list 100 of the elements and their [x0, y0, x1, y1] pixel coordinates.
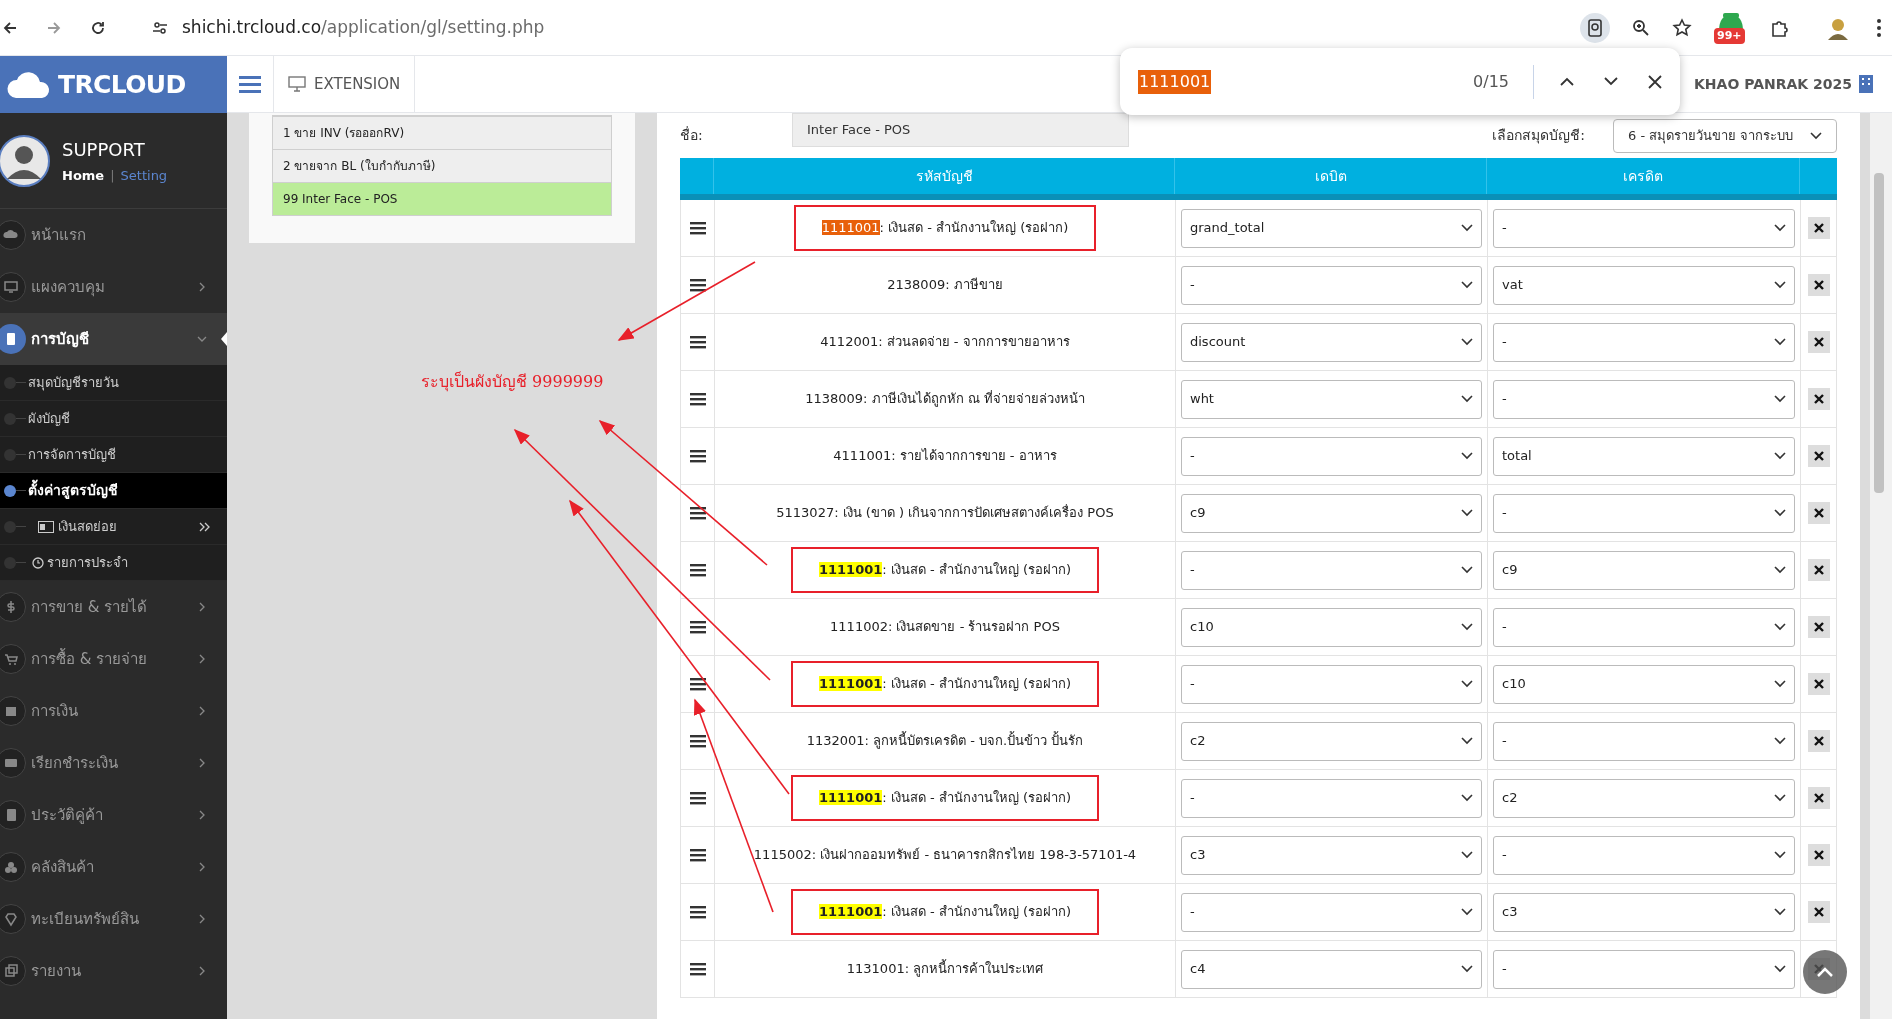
home-link[interactable]: Home [62, 165, 105, 186]
extension-menu[interactable]: EXTENSION [274, 56, 416, 112]
dropdown[interactable]: c9 [1493, 550, 1795, 590]
dropdown[interactable]: grand_total [1181, 208, 1482, 248]
formula-item[interactable]: 99 Inter Face - POS [273, 182, 611, 215]
submenu-item[interactable]: เงินสดย่อย [0, 509, 227, 545]
dropdown[interactable]: c10 [1181, 607, 1482, 647]
dropdown[interactable]: - [1181, 664, 1482, 704]
dropdown[interactable]: total [1493, 436, 1795, 476]
drag-handle-icon[interactable] [689, 734, 706, 748]
site-settings-icon[interactable] [152, 19, 168, 36]
delete-button[interactable] [1807, 787, 1830, 809]
address-bar[interactable]: shichi.trcloud.co/application/gl/setting.php [182, 14, 545, 41]
name-field[interactable]: Inter Face - POS [792, 113, 1129, 147]
drag-handle-icon[interactable] [689, 677, 706, 691]
sidebar-item[interactable]: แผงควบคุม [0, 261, 227, 313]
dropdown[interactable]: - [1181, 778, 1482, 818]
drag-handle-icon[interactable] [689, 449, 706, 463]
chevron-down-icon[interactable] [1604, 77, 1618, 86]
dropdown[interactable]: - [1493, 493, 1795, 533]
kebab-menu-icon[interactable] [1876, 17, 1882, 38]
dropdown[interactable]: wht [1181, 379, 1482, 419]
dropdown[interactable]: c9 [1181, 493, 1482, 533]
dropdown[interactable]: - [1493, 607, 1795, 647]
delete-button[interactable] [1807, 901, 1830, 923]
chevron-up-icon[interactable] [1560, 77, 1574, 86]
scrollbar[interactable] [1870, 113, 1892, 1019]
extension-button[interactable]: 99+ [1714, 10, 1748, 45]
delete-button[interactable] [1807, 616, 1830, 638]
sidebar-item[interactable]: การเงิน [0, 685, 227, 737]
sidebar-item[interactable]: การบัญชี [0, 313, 227, 365]
dropdown[interactable]: c3 [1181, 835, 1482, 875]
back-icon[interactable] [2, 19, 18, 36]
delete-button[interactable] [1807, 673, 1830, 695]
delete-button[interactable] [1807, 388, 1830, 410]
lens-button[interactable] [1580, 12, 1610, 43]
submenu-item[interactable]: ตั้งค่าสูตรบัญชี [0, 473, 227, 509]
dropdown[interactable]: - [1493, 835, 1795, 875]
zoom-icon[interactable] [1632, 18, 1650, 37]
drag-handle-icon[interactable] [689, 962, 706, 976]
drag-handle-icon[interactable] [689, 335, 706, 349]
dropdown[interactable]: c2 [1181, 721, 1482, 761]
submenu-item[interactable]: รายการประจำ [0, 545, 227, 581]
drag-handle-icon[interactable] [689, 563, 706, 577]
dropdown[interactable]: - [1181, 550, 1482, 590]
sidebar-item[interactable]: ประวัติคู่ค้า [0, 789, 227, 841]
chevron-icon [1461, 281, 1473, 289]
bullet-icon [4, 556, 16, 569]
dropdown[interactable]: - [1493, 949, 1795, 989]
dropdown[interactable]: - [1181, 436, 1482, 476]
drag-handle-icon[interactable] [689, 221, 706, 235]
drag-handle-icon[interactable] [689, 620, 706, 634]
sidebar-item[interactable]: เรียกชำระเงิน [0, 737, 227, 789]
drag-handle-icon[interactable] [689, 905, 706, 919]
dropdown[interactable]: - [1493, 721, 1795, 761]
avatar [0, 134, 50, 187]
journal-dropdown[interactable]: 6 - สมุดรายวันขาย จากระบบ [1613, 118, 1837, 153]
formula-item[interactable]: 2 ขายจาก BL (ใบกำกับภาษี) [273, 149, 611, 182]
delete-button[interactable] [1807, 217, 1830, 239]
formula-item[interactable]: 1 ขาย INV (รอออกRV) [273, 116, 611, 149]
sidebar-item[interactable]: รายงาน [0, 945, 227, 997]
sidebar-item[interactable]: การซื้อ & รายจ่าย [0, 633, 227, 685]
drag-handle-icon[interactable] [689, 506, 706, 520]
delete-button[interactable] [1807, 730, 1830, 752]
submenu-item[interactable]: ผังบัญชี [0, 401, 227, 437]
close-icon[interactable] [1648, 74, 1662, 89]
drag-handle-icon[interactable] [689, 848, 706, 862]
dropdown[interactable]: - [1493, 379, 1795, 419]
dropdown[interactable]: c3 [1493, 892, 1795, 932]
dropdown[interactable]: - [1181, 265, 1482, 305]
delete-button[interactable] [1807, 502, 1830, 524]
dropdown[interactable]: c2 [1493, 778, 1795, 818]
sidebar-item[interactable]: การขาย & รายได้ [0, 581, 227, 633]
sidebar-item[interactable]: หน้าแรก [0, 209, 227, 261]
drag-handle-icon[interactable] [689, 278, 706, 292]
delete-button[interactable] [1807, 844, 1830, 866]
drag-handle-icon[interactable] [689, 791, 706, 805]
dropdown[interactable]: c4 [1181, 949, 1482, 989]
star-icon[interactable] [1672, 17, 1692, 38]
account-text: 5113027: เงิน (ขาด ) เกินจากการปัดเศษสตางค์เครื่อง POS [776, 503, 1114, 523]
dropdown[interactable]: discount [1181, 322, 1482, 362]
reload-icon[interactable] [90, 19, 106, 36]
setting-link[interactable]: Setting [120, 165, 168, 186]
submenu-item[interactable]: สมุดบัญชีรายวัน [0, 365, 227, 401]
delete-button[interactable] [1807, 559, 1830, 581]
delete-button[interactable] [1807, 331, 1830, 353]
delete-button[interactable] [1807, 445, 1830, 467]
dropdown[interactable]: vat [1493, 265, 1795, 305]
dropdown[interactable]: - [1493, 208, 1795, 248]
forward-icon[interactable] [46, 19, 62, 36]
delete-button[interactable] [1807, 274, 1830, 296]
chevron-icon [1774, 509, 1786, 517]
dropdown[interactable]: - [1493, 322, 1795, 362]
dropdown[interactable]: - [1181, 892, 1482, 932]
close-icon [1813, 337, 1824, 347]
sidebar-item[interactable]: คลังสินค้า [0, 841, 227, 893]
submenu-item[interactable]: การจัดการบัญชี [0, 437, 227, 473]
dropdown[interactable]: c10 [1493, 664, 1795, 704]
sidebar-item[interactable]: ทะเบียนทรัพย์สิน [0, 893, 227, 945]
drag-handle-icon[interactable] [689, 392, 706, 406]
